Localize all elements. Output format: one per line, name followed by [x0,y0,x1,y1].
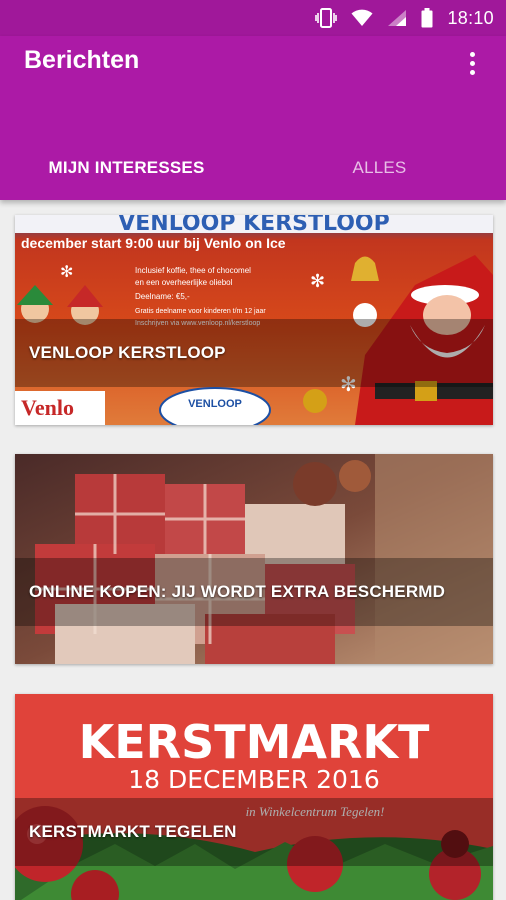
status-bar: 18:10 [0,0,506,36]
post-title-overlay: KERSTMARKT TEGELEN [15,798,493,866]
post-card[interactable]: ONLINE KOPEN: JIJ WORDT EXTRA BESCHERMD [15,454,493,664]
svg-text:VENLOOP: VENLOOP [188,398,242,410]
svg-text:18 DECEMBER 2016: 18 DECEMBER 2016 [128,765,380,794]
post-title-overlay: VENLOOP KERSTLOOP [15,319,493,387]
clock: 18:10 [447,7,494,28]
svg-text:✻: ✻ [310,271,325,291]
post-feed[interactable]: VENLOOP KERSTLOOP december start 9:00 uu… [0,200,506,900]
svg-text:december start 9:00 uur bij Ve: december start 9:00 uur bij Venlo on Ice [21,235,286,251]
post-card[interactable]: KERSTMARKT 18 DECEMBER 2016 in Winkelcen… [15,694,493,900]
vibrate-icon [315,8,338,28]
post-title: VENLOOP KERSTLOOP [29,343,226,362]
svg-text:KERSTMARKT: KERSTMARKT [79,715,430,769]
signal-icon [387,9,407,27]
svg-text:Inclusief koffie, thee of choc: Inclusief koffie, thee of chocomel [135,266,251,275]
svg-text:VENLOOP KERSTLOOP: VENLOOP KERSTLOOP [118,215,390,236]
tab-bar: MIJN INTERESSES ALLES [0,144,506,192]
post-card[interactable]: VENLOOP KERSTLOOP december start 9:00 uu… [15,215,493,425]
post-title: KERSTMARKT TEGELEN [29,822,237,841]
svg-text:Deelname: €5,-: Deelname: €5,- [135,292,190,301]
svg-text:en een overheerlijke oliebol: en een overheerlijke oliebol [135,278,233,287]
post-image: KERSTMARKT 18 DECEMBER 2016 in Winkelcen… [15,694,493,900]
svg-text:Venlo: Venlo [21,395,74,420]
more-vert-icon[interactable] [460,48,484,78]
tab-alles[interactable]: ALLES [253,144,506,192]
post-title: ONLINE KOPEN: JIJ WORDT EXTRA BESCHERMD [29,582,446,601]
wifi-icon [351,9,373,27]
svg-text:Gratis deelname voor kinderen: Gratis deelname voor kinderen t/m 12 jaa… [135,308,266,315]
page-title: Berichten [24,46,140,74]
battery-icon [421,8,433,28]
svg-text:✻: ✻ [60,264,73,281]
post-title-overlay: ONLINE KOPEN: JIJ WORDT EXTRA BESCHERMD [15,558,493,626]
app-bar: Berichten MIJN INTERESSES ALLES [0,36,506,200]
tab-mijn-interesses[interactable]: MIJN INTERESSES [0,144,253,192]
